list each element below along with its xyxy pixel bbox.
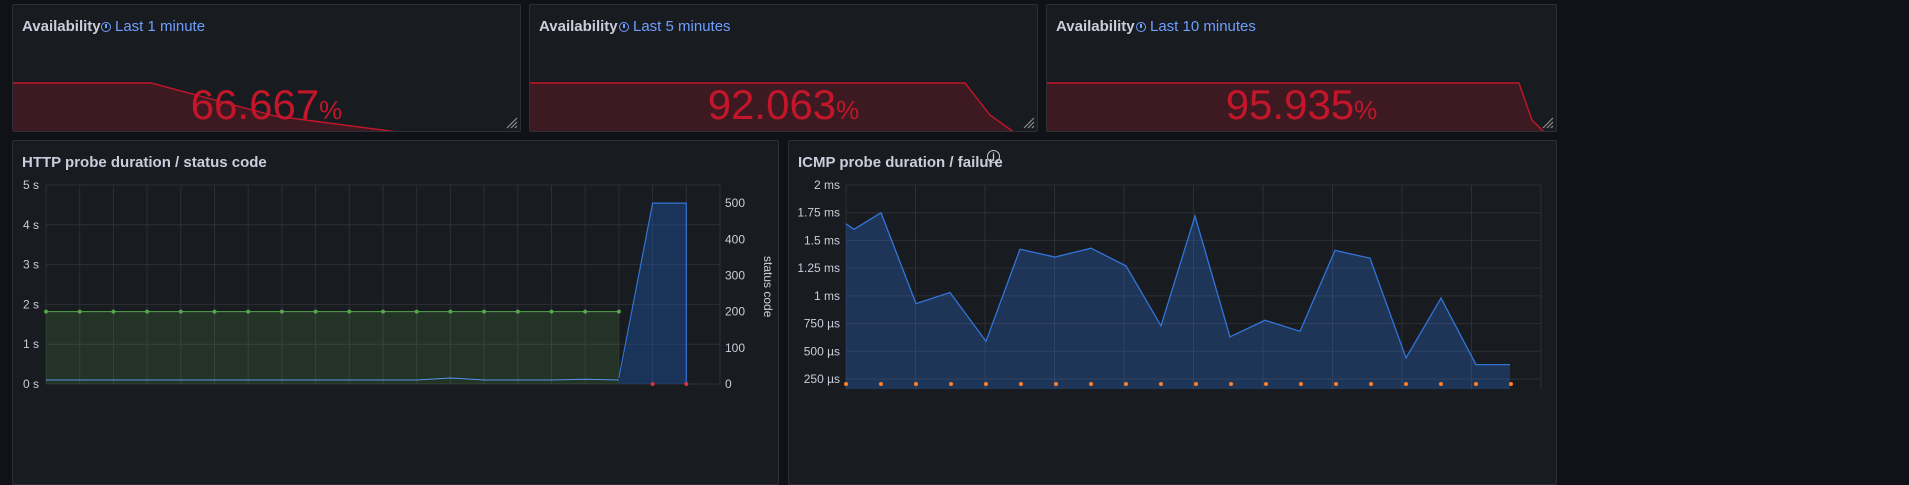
failure-point [879, 382, 883, 386]
right-axis-tick: 400 [725, 232, 745, 246]
stat-panel-5m[interactable]: Availability Last 5 minutes 92.063% [529, 4, 1038, 132]
status-code-point [313, 309, 318, 314]
failure-point [1404, 382, 1408, 386]
failure-point [949, 382, 953, 386]
failure-point [984, 382, 988, 386]
failure-point [914, 382, 918, 386]
status-code-point [111, 309, 116, 314]
left-axis-tick: 0 s [23, 377, 39, 391]
left-axis-tick: 2 s [23, 297, 39, 311]
failure-point [1019, 382, 1023, 386]
axis-tick: 1.75 ms [797, 206, 840, 220]
stat-unit: % [319, 95, 343, 125]
failure-point [1369, 382, 1373, 386]
axis-tick: 1.25 ms [797, 261, 840, 275]
failure-point [1054, 382, 1058, 386]
http-probe-chart: 5 s 4 s 3 s 2 s 1 s 0 s 500 400 300 200 100 0 status… [23, 178, 775, 391]
stat-number: 92.063 [707, 81, 837, 128]
stat-unit: % [1354, 95, 1378, 125]
left-axis-tick: 1 s [23, 337, 39, 351]
axis-tick: 2 ms [814, 178, 840, 192]
status-code-point [549, 309, 554, 314]
axis-tick: 1 ms [814, 289, 840, 303]
status-code-point [616, 309, 621, 314]
failure-point [1474, 382, 1478, 386]
failure-point [1299, 382, 1303, 386]
stat-value: 66.667% [13, 81, 520, 129]
right-axis-tick: 200 [725, 305, 745, 319]
resize-handle-icon[interactable] [1023, 117, 1035, 129]
status-code-point [515, 309, 520, 314]
status-code-area [46, 311, 619, 384]
failure-spike-area [618, 203, 687, 384]
status-code-point [279, 309, 284, 314]
right-axis-tick: 100 [725, 341, 745, 355]
resize-handle-icon[interactable] [1542, 117, 1554, 129]
right-axis-tick: 300 [725, 268, 745, 282]
status-code-point [482, 309, 487, 314]
stat-value: 92.063% [530, 81, 1037, 129]
right-axis-tick: 500 [725, 196, 745, 210]
axis-tick: 1.5 ms [804, 233, 840, 247]
status-code-point [448, 309, 453, 314]
failure-point [1159, 382, 1163, 386]
left-axis-tick: 4 s [23, 218, 39, 232]
status-code-point [347, 309, 352, 314]
stat-value: 95.935% [1047, 81, 1556, 129]
status-code-point [178, 309, 183, 314]
resize-handle-icon[interactable] [506, 117, 518, 129]
status-code-point [583, 309, 588, 314]
axis-tick: 250 µs [804, 372, 840, 386]
failure-point [1509, 382, 1513, 386]
failure-point [1229, 382, 1233, 386]
failure-point [844, 382, 848, 386]
stat-panel-10m[interactable]: Availability Last 10 minutes 95.935% [1046, 4, 1557, 132]
http-probe-panel[interactable]: HTTP probe duration / status code 5 s4 s… [12, 140, 779, 485]
stat-number: 66.667 [190, 81, 320, 128]
right-axis-label: status code [761, 256, 775, 318]
failure-point [684, 382, 689, 386]
failure-point [1124, 382, 1128, 386]
left-axis-tick: 5 s [23, 178, 39, 192]
axis-tick: 750 µs [804, 317, 840, 331]
stat-number: 95.935 [1225, 81, 1355, 128]
failure-point [1264, 382, 1268, 386]
axis-tick: 500 µs [804, 344, 840, 358]
status-code-point [145, 309, 150, 314]
left-axis-tick: 3 s [23, 258, 39, 272]
stat-panel-1m[interactable]: Availability Last 1 minute 66.667% [12, 4, 521, 132]
duration-area [846, 212, 1510, 389]
status-code-point [77, 309, 82, 314]
status-code-point [44, 309, 48, 314]
stat-unit: % [836, 95, 860, 125]
icmp-probe-chart: 2 ms 1.75 ms 1.5 ms 1.25 ms 1 ms 750 µs 500 µs… [797, 178, 1542, 389]
failure-point [1334, 382, 1338, 386]
status-code-point [381, 309, 385, 314]
failure-point [1089, 382, 1093, 386]
status-code-point [246, 309, 251, 314]
failure-point [1194, 382, 1198, 386]
right-axis-tick: 0 [725, 377, 732, 391]
status-code-point [212, 309, 217, 314]
status-code-point [414, 309, 419, 314]
failure-point [1439, 382, 1443, 386]
icmp-probe-panel[interactable]: ICMP probe duration / failure i 2 ms 1.75… [788, 140, 1557, 485]
failure-point [650, 382, 655, 386]
